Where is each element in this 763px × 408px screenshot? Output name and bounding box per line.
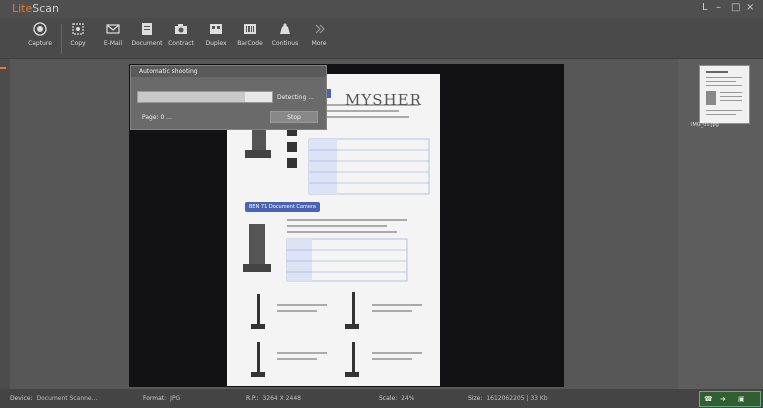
status-size: Size: 1612062205 | 33 Kb [468, 395, 548, 402]
barcode-icon [244, 24, 256, 34]
scale-value: 24% [401, 395, 415, 402]
status-device: Device: Document Scanne... [10, 395, 97, 402]
scale-label: Scale: [379, 395, 398, 402]
continuous-label: Continus [271, 40, 299, 47]
copy-icon [72, 23, 84, 35]
rp-value: 3264 X 2448 [262, 395, 301, 402]
left-panel-handle[interactable] [0, 67, 6, 69]
barcode-button[interactable]: BarCode [230, 22, 270, 47]
more-button[interactable]: More [299, 22, 339, 47]
badge-screen-icon: ▣ [738, 395, 745, 403]
badge-phone-icon: ☎ [704, 395, 713, 403]
status-bar: Device: Document Scanne... Format: JPG R.P… [0, 389, 763, 408]
detecting-status: Detecting ... [277, 94, 314, 101]
duplex-icon [210, 24, 222, 34]
document-section-label: BEN 71 Document Camera [245, 202, 320, 212]
document-label: Document [131, 40, 163, 47]
copy-label: Copy [70, 40, 86, 47]
rp-label: R.P.: [246, 395, 259, 402]
more-icon [315, 24, 325, 34]
thumbnail-preview [706, 71, 742, 115]
detection-progress-bar [137, 91, 273, 103]
restore-button[interactable]: □ [731, 2, 740, 13]
format-value: JPG [170, 395, 181, 402]
capture-button[interactable]: Capture [20, 22, 60, 47]
status-resolution: R.P.: 3264 X 2448 [246, 395, 301, 402]
camera-icon [175, 24, 187, 34]
page-counter: Page: 0 ... [142, 114, 172, 121]
dialog-title: Automatic shooting [131, 66, 326, 77]
continuous-icon [280, 23, 290, 34]
document-icon [142, 23, 152, 35]
app-title-part2: Scan [32, 2, 60, 15]
app-logo: LiteScan [12, 2, 59, 15]
format-label: Format: [143, 395, 167, 402]
document-brand: MYSHER [345, 91, 422, 109]
contract-button[interactable]: Contract [161, 22, 201, 47]
app-title-part1: Lite [12, 2, 33, 15]
help-button[interactable]: L [702, 2, 708, 13]
status-format: Format: JPG [143, 395, 180, 402]
automatic-shooting-dialog: Automatic shooting Detecting ... Page: 0… [130, 65, 327, 130]
progress-fill [138, 92, 246, 102]
contract-label: Contract [168, 40, 194, 47]
size-label: Size: [468, 395, 483, 402]
status-scale: Scale: 24% [379, 395, 415, 402]
barcode-label: BarCode [237, 40, 263, 47]
brand-badge: ☎ ➜ ▣ [699, 391, 761, 407]
capture-label: Capture [28, 40, 52, 47]
thumbnail-filename: IMG_01.jpg [691, 122, 719, 128]
device-label: Device: [10, 395, 33, 402]
device-value: Document Scanne... [36, 395, 98, 402]
badge-arrow-icon: ➜ [720, 395, 726, 403]
duplex-label: Duplex [205, 40, 227, 47]
left-panel [0, 59, 10, 389]
thumbnail-image[interactable] [699, 65, 750, 124]
copy-button[interactable]: Copy [58, 22, 98, 47]
size-value: 1612062205 | 33 Kb [486, 395, 548, 402]
email-icon [106, 24, 120, 34]
title-bar: LiteScan L – □ × [0, 0, 763, 18]
capture-icon [33, 22, 47, 36]
more-label: More [311, 40, 327, 47]
stop-button[interactable]: Stop [270, 111, 318, 123]
close-button[interactable]: × [746, 2, 754, 13]
toolbar: Capture Copy E-Mail Document Contract Du… [0, 18, 763, 59]
minimize-button[interactable]: – [716, 2, 721, 13]
email-label: E-Mail [103, 40, 123, 47]
